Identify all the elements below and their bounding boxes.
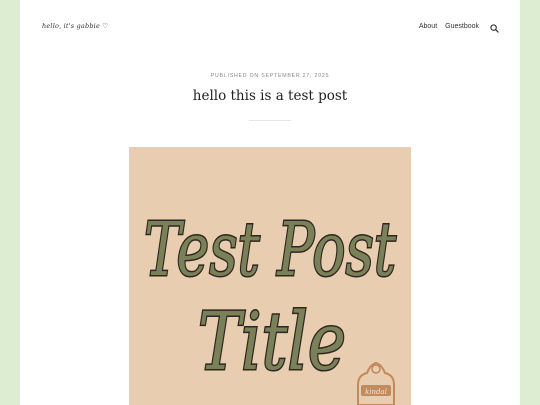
- badge-text: kindal: [365, 388, 387, 396]
- title-divider: [249, 120, 291, 121]
- hero-title-line2: Title: [198, 295, 346, 388]
- nav-link-about[interactable]: About: [419, 23, 437, 30]
- search-icon[interactable]: [490, 24, 499, 33]
- published-date-value: SEPTEMBER 27, 2025: [261, 73, 330, 79]
- post-title: hello this is a test post: [192, 88, 348, 104]
- published-date: PUBLISHED ON SEPTEMBER 27, 2025: [20, 73, 520, 79]
- published-label: PUBLISHED ON: [210, 73, 259, 79]
- page-card: hello, it's gabbie ♡ About Guestbook PUB…: [20, 0, 520, 405]
- hero-image: Test Post Title kindal: [129, 147, 411, 405]
- site-logo[interactable]: hello, it's gabbie ♡: [42, 22, 108, 30]
- nav-link-guestbook[interactable]: Guestbook: [445, 23, 479, 30]
- main-nav: About Guestbook: [419, 23, 479, 30]
- hero-illustration: Test Post Title kindal: [143, 206, 398, 405]
- badge-logo: kindal: [357, 361, 395, 405]
- hero-title-line1: Test Post: [144, 207, 396, 293]
